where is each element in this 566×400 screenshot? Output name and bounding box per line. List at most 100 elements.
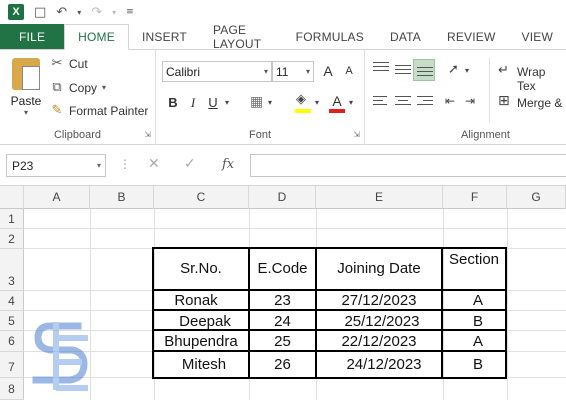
ribbon-tabs: FILE HOME INSERT PAGE LAYOUT FORMULAS DA… (0, 23, 566, 51)
font-name-select[interactable]: Calibri ▾ (162, 61, 272, 82)
row-header-7[interactable]: 7 (0, 352, 24, 378)
redo-icon[interactable]: ↷ (91, 5, 102, 20)
font-size-value: 11 (276, 64, 289, 79)
table-cell[interactable]: B (443, 313, 513, 330)
tab-page-layout[interactable]: PAGE LAYOUT (200, 23, 283, 51)
save-icon[interactable]: □ (34, 5, 46, 20)
font-color-dropdown-icon[interactable]: ▾ (349, 98, 353, 107)
orientation-dropdown-icon[interactable]: ▾ (465, 66, 469, 75)
tab-home[interactable]: HOME (64, 24, 129, 50)
cut-button[interactable]: ✂ Cut (50, 56, 88, 71)
italic-button[interactable]: I (184, 95, 202, 111)
borders-icon[interactable]: ▦ (250, 94, 263, 110)
format-painter-button[interactable]: ✎ Format Painter (50, 103, 149, 118)
merge-button[interactable]: Merge & (517, 96, 562, 110)
column-header-a[interactable]: A (24, 186, 90, 209)
align-right-icon[interactable] (417, 96, 433, 110)
align-left-icon[interactable] (373, 96, 389, 110)
column-header-f[interactable]: F (443, 186, 507, 209)
name-box[interactable]: P23 ▾ (6, 154, 106, 177)
table-cell[interactable]: Bhupendra (154, 333, 248, 350)
row-header-1[interactable]: 1 (0, 209, 24, 229)
table-header-ecode[interactable]: E.Code (250, 260, 315, 277)
select-all-corner[interactable] (0, 186, 24, 209)
table-border (152, 309, 507, 311)
tab-review[interactable]: REVIEW (434, 24, 509, 49)
customize-toolbar-icon[interactable]: ≡ (126, 7, 134, 17)
wrap-text-icon[interactable]: ↵ (498, 63, 509, 78)
wrap-text-button[interactable]: Wrap Tex (517, 65, 566, 93)
table-header-srno[interactable]: Sr.No. (154, 260, 248, 277)
clipboard-group-label: Clipboard (53, 129, 102, 141)
underline-dropdown-icon[interactable]: ▾ (225, 98, 229, 107)
formula-input[interactable] (250, 154, 566, 177)
increase-indent-icon[interactable]: ⇥ (465, 94, 475, 108)
table-cell[interactable]: Deepak (158, 313, 252, 330)
align-top-icon[interactable] (373, 62, 389, 76)
bold-button[interactable]: B (164, 95, 182, 110)
cancel-entry-button[interactable]: ✕ (148, 156, 160, 172)
row-header-4[interactable]: 4 (0, 291, 24, 311)
undo-dropdown-icon[interactable]: ▾ (77, 8, 81, 17)
table-cell[interactable]: A (443, 333, 513, 350)
table-cell[interactable]: 25/12/2023 (320, 313, 444, 330)
orientation-icon[interactable]: ➚ (448, 62, 459, 77)
tab-data[interactable]: DATA (377, 24, 434, 49)
table-cell[interactable]: 24/12/2023 (322, 356, 446, 373)
shrink-font-button[interactable]: A (340, 65, 358, 77)
copy-button[interactable]: ⧉ Copy ▾ (50, 80, 106, 95)
font-launcher-icon[interactable]: ⇲ (353, 130, 360, 139)
alignment-separator (489, 58, 490, 122)
borders-dropdown-icon[interactable]: ▾ (268, 98, 272, 107)
row-header-6[interactable]: 6 (0, 331, 24, 352)
column-header-e[interactable]: E (316, 186, 443, 209)
table-cell[interactable]: Ronak (154, 292, 238, 309)
row-header-3[interactable]: 3 (0, 249, 24, 291)
underline-button[interactable]: U (204, 95, 222, 110)
table-header-joining-date[interactable]: Joining Date (317, 260, 441, 277)
redo-dropdown-icon[interactable]: ▾ (112, 8, 116, 17)
font-size-select[interactable]: 11 ▾ (272, 61, 314, 82)
insert-function-button[interactable]: fx (222, 157, 234, 172)
table-cell[interactable]: 24 (250, 313, 315, 330)
table-cell[interactable]: A (443, 292, 513, 309)
tab-insert[interactable]: INSERT (129, 24, 200, 49)
clipboard-launcher-icon[interactable]: ⇲ (144, 130, 151, 139)
font-color-button[interactable]: A (328, 93, 346, 109)
table-cell[interactable]: 26 (250, 356, 315, 373)
tab-file[interactable]: FILE (0, 24, 65, 49)
align-center-icon[interactable] (395, 96, 411, 110)
table-header-section[interactable]: Section (443, 251, 505, 268)
table-cell[interactable]: Mitesh (154, 356, 254, 373)
tab-formulas[interactable]: FORMULAS (283, 24, 377, 49)
row-header-2[interactable]: 2 (0, 229, 24, 249)
copy-label: Copy (69, 80, 98, 95)
column-header-g[interactable]: G (507, 186, 566, 209)
row-header-5[interactable]: 5 (0, 311, 24, 331)
merge-icon[interactable]: ⊞ (498, 93, 510, 109)
table-cell[interactable]: 25 (250, 333, 315, 350)
table-cell[interactable]: 22/12/2023 (317, 333, 441, 350)
undo-icon[interactable]: ↶ (56, 5, 67, 20)
align-middle-icon[interactable] (395, 65, 411, 79)
column-header-d[interactable]: D (249, 186, 316, 209)
paste-button[interactable]: Paste ▾ (6, 58, 46, 117)
align-bottom-icon[interactable] (417, 67, 433, 81)
table-cell[interactable]: 23 (250, 292, 315, 309)
column-header-c[interactable]: C (154, 186, 249, 209)
decrease-indent-icon[interactable]: ⇤ (445, 94, 455, 108)
confirm-entry-button[interactable]: ✓ (184, 156, 196, 172)
font-name-dropdown-icon: ▾ (263, 67, 268, 76)
fill-color-icon[interactable]: ◈ (296, 92, 306, 107)
table-cell[interactable]: B (443, 356, 513, 373)
column-header-b[interactable]: B (90, 186, 154, 209)
font-name-value: Calibri (166, 64, 201, 79)
tab-view[interactable]: VIEW (509, 24, 566, 49)
fill-color-swatch (295, 109, 311, 113)
formula-bar-grip-icon[interactable]: ⋮ (119, 157, 131, 171)
table-cell[interactable]: 27/12/2023 (317, 292, 441, 309)
fill-color-dropdown-icon[interactable]: ▾ (315, 98, 319, 107)
font-color-swatch (329, 109, 345, 113)
row-header-8[interactable]: 8 (0, 378, 24, 400)
grow-font-button[interactable]: A (319, 63, 337, 79)
